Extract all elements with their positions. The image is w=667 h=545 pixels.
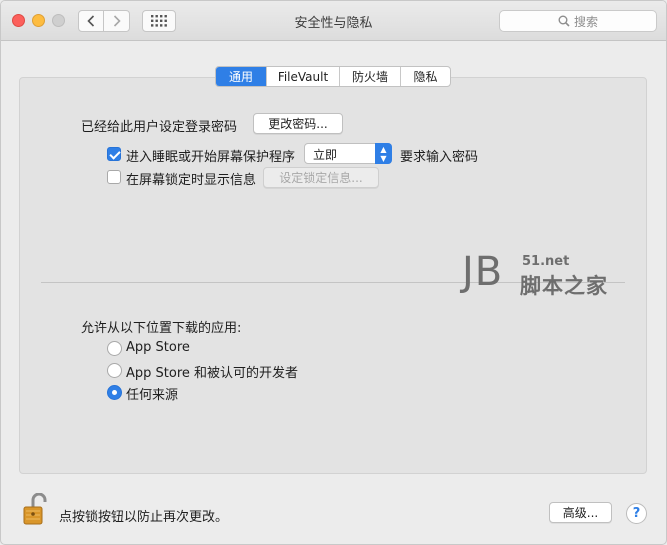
change-password-button[interactable]: 更改密码... bbox=[253, 113, 343, 134]
updown-arrows-icon: ▲ ▼ bbox=[375, 143, 392, 164]
title-bar: 安全性与隐私 搜索 bbox=[1, 1, 666, 41]
radio-anywhere[interactable] bbox=[107, 385, 122, 400]
radio-app-store-and-identified-label: App Store 和被认可的开发者 bbox=[126, 366, 299, 381]
show-message-label: 在屏幕锁定时显示信息 bbox=[126, 173, 257, 188]
radio-app-store[interactable] bbox=[107, 341, 122, 356]
tab-privacy[interactable]: 隐私 bbox=[400, 67, 450, 86]
preferences-window: 安全性与隐私 搜索 通用 FileVault 防火墙 隐私 已经给此用户设定登录… bbox=[0, 0, 667, 545]
tab-bar: 通用 FileVault 防火墙 隐私 bbox=[215, 66, 451, 87]
unlocked-lock-icon[interactable] bbox=[23, 493, 49, 525]
watermark-name: 脚本之家 bbox=[520, 274, 608, 298]
radio-app-store-label: App Store bbox=[126, 340, 190, 355]
tab-general[interactable]: 通用 bbox=[216, 67, 266, 86]
require-password-checkbox[interactable] bbox=[107, 147, 121, 161]
watermark-site: 51.net bbox=[522, 254, 570, 269]
radio-app-store-and-identified[interactable] bbox=[107, 363, 122, 378]
set-lock-message-button[interactable]: 设定锁定信息... bbox=[263, 167, 379, 188]
require-password-delay-select[interactable]: 立即 ▲ ▼ bbox=[304, 143, 392, 164]
delay-select-value: 立即 bbox=[313, 148, 338, 162]
tab-firewall[interactable]: 防火墙 bbox=[339, 67, 400, 86]
show-message-checkbox[interactable] bbox=[107, 170, 121, 184]
advanced-button[interactable]: 高级... bbox=[549, 502, 612, 523]
search-icon bbox=[558, 15, 570, 27]
watermark-jb: JB bbox=[462, 249, 504, 295]
password-set-label: 已经给此用户设定登录密码 bbox=[81, 120, 238, 135]
download-source-label: 允许从以下位置下载的应用: bbox=[81, 321, 242, 336]
search-placeholder: 搜索 bbox=[573, 14, 598, 29]
radio-anywhere-label: 任何来源 bbox=[126, 388, 179, 403]
require-password-suffix: 要求输入密码 bbox=[400, 150, 479, 165]
tab-filevault[interactable]: FileVault bbox=[266, 67, 339, 86]
help-button[interactable]: ? bbox=[626, 503, 647, 524]
search-field[interactable]: 搜索 bbox=[499, 10, 657, 32]
lock-hint-text: 点按锁按钮以防止再次更改。 bbox=[59, 510, 229, 525]
require-password-label: 进入睡眠或开始屏幕保护程序 bbox=[126, 150, 296, 165]
